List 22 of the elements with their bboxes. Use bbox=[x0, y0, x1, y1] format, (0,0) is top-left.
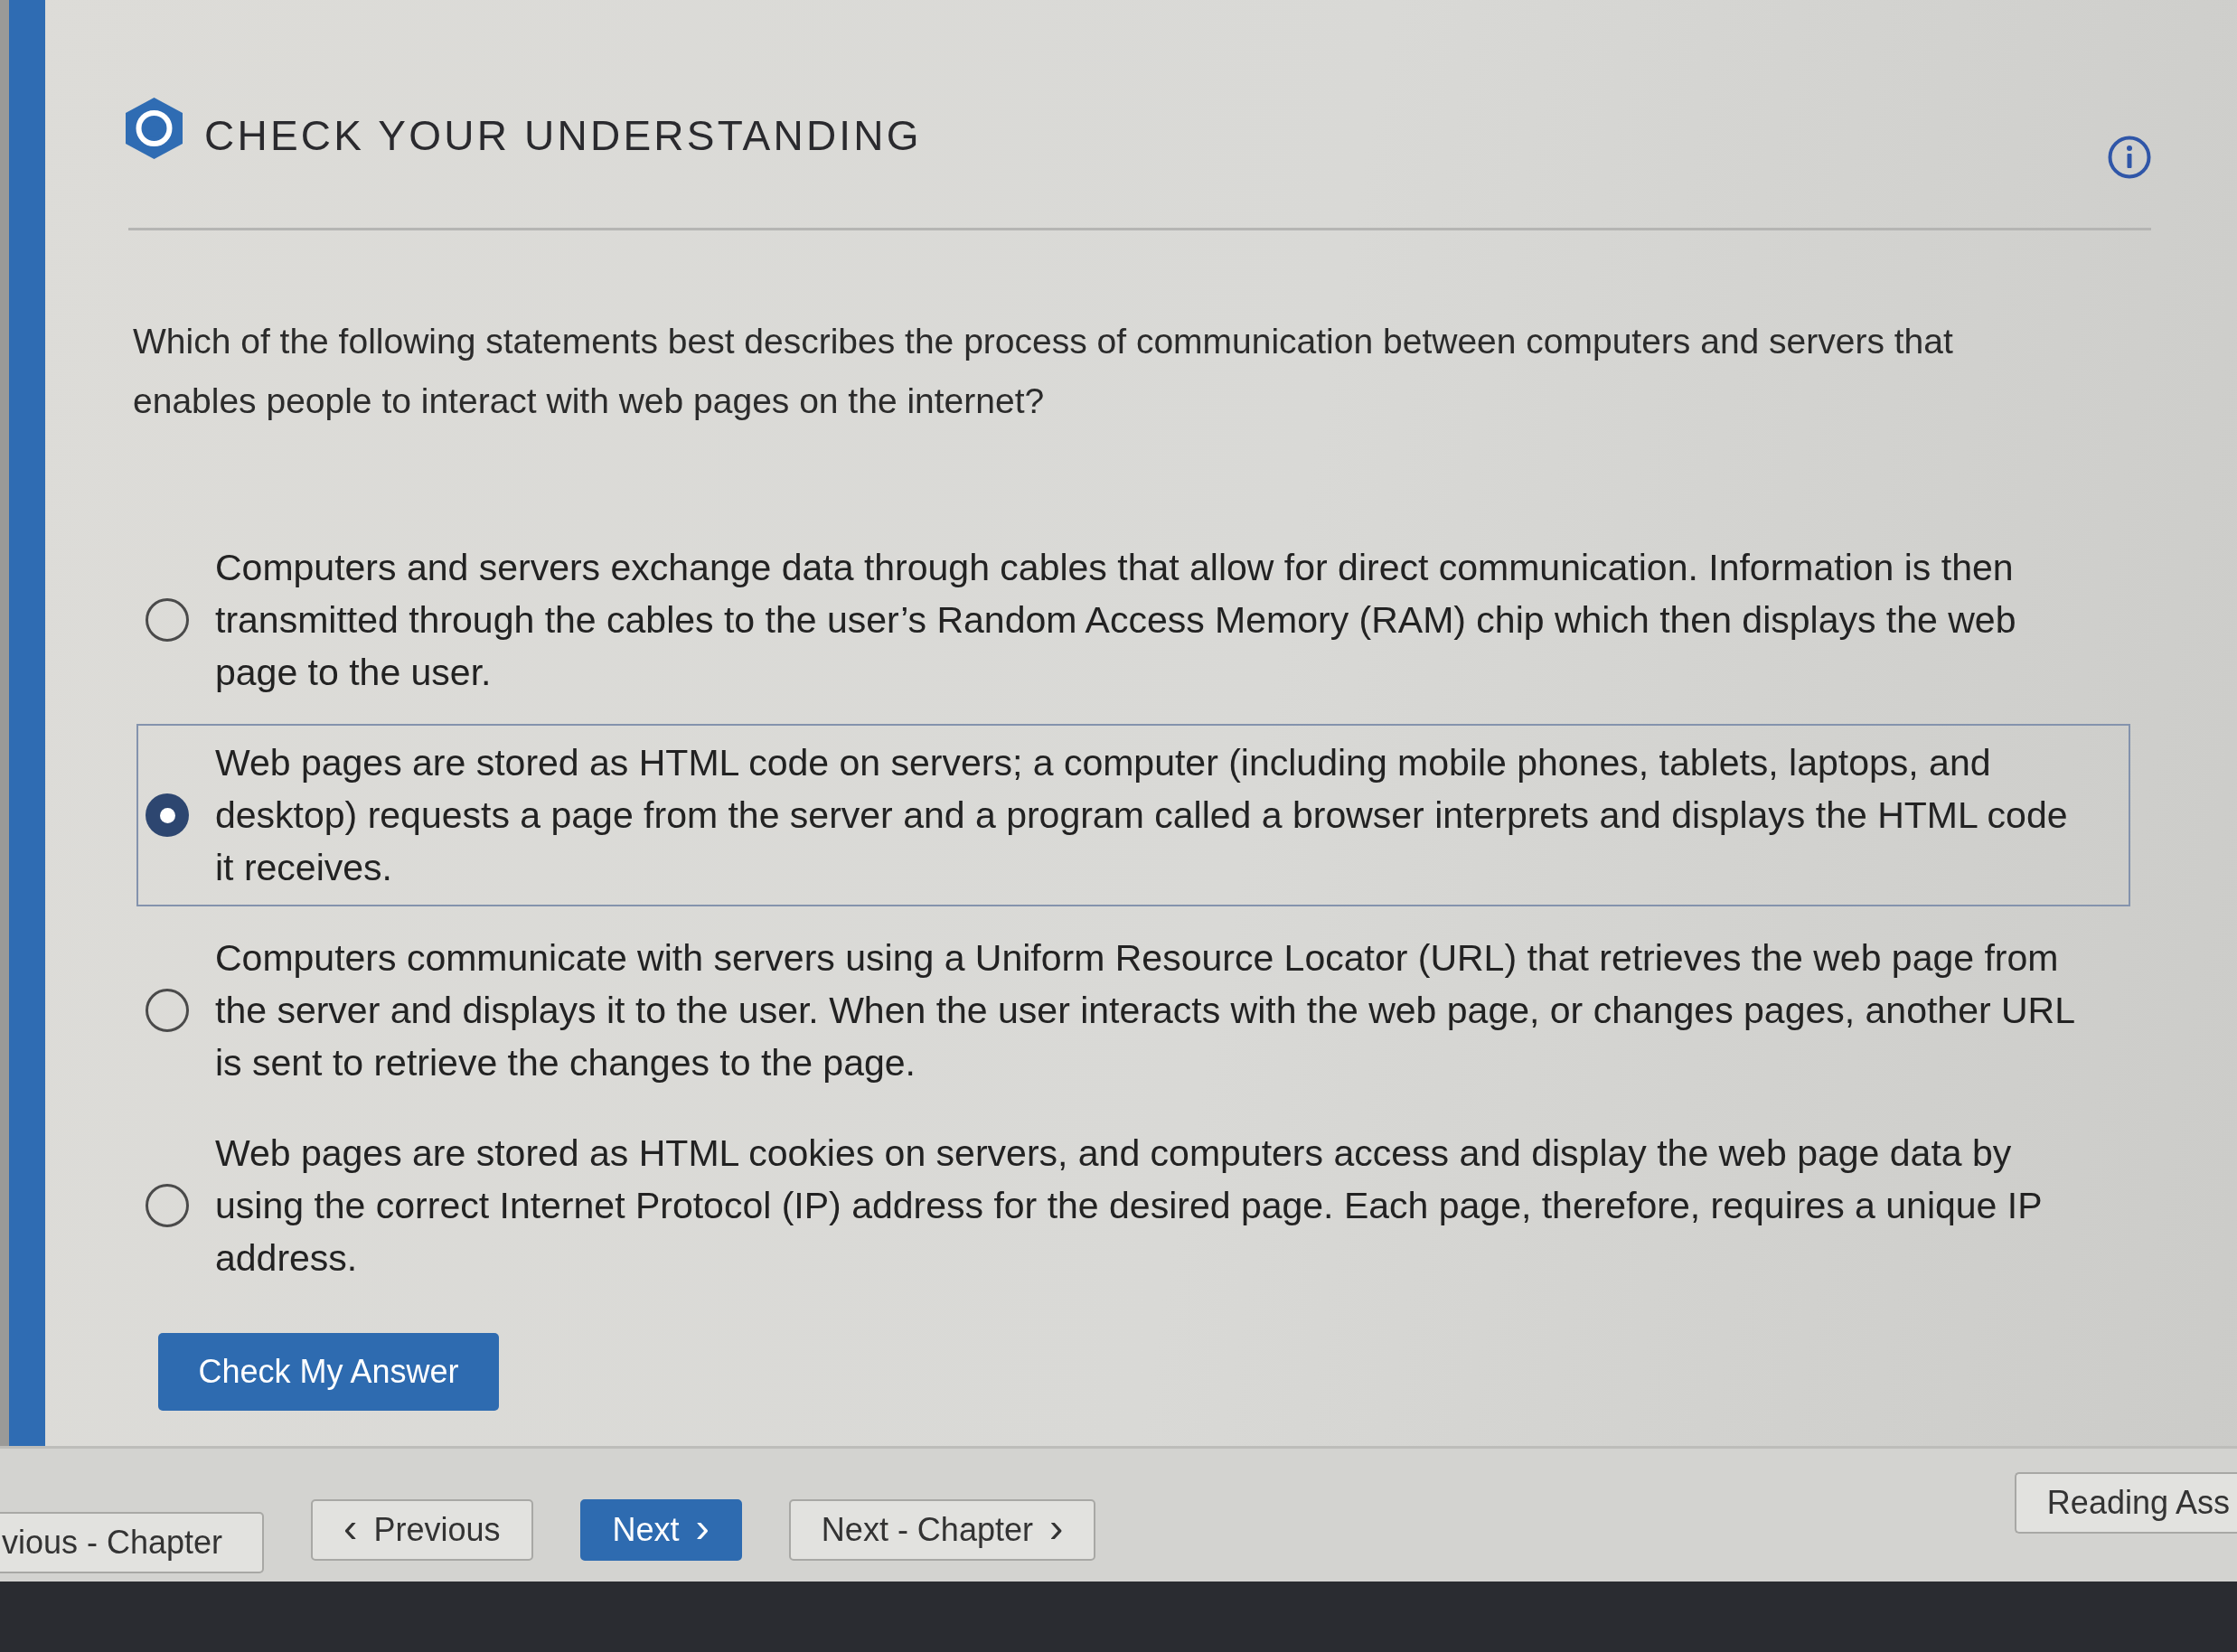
selected-answer-frame[interactable] bbox=[136, 724, 2130, 906]
chevron-right-icon: › bbox=[1048, 1507, 1064, 1548]
question-text: Which of the following statements best describes the process of communication between computers and servers that enables people to interact with web pages on the internet? bbox=[133, 321, 1954, 422]
option-text: Web pages are stored as HTML code on servers; a computer (including mobile phones, tablets, laptops, and desktop) requests a page from the server and a program called a browser interprets and displays the HTML code it receives. bbox=[215, 741, 2069, 890]
option-text: Web pages are stored as HTML cookies on servers, and computers access and display the web page data by using the correct Internet Protocol (IP) address for the desired page. Each page, therefore, requires a unique IP address. bbox=[215, 1131, 2043, 1281]
radio-button[interactable] bbox=[146, 793, 189, 837]
option-text: Computers communicate with servers using a Uniform Resource Locator (URL) that retrieves the web page from the server and displays it to the user. When the user interacts with the web page, or changes pages, another URL is sent to retrieve the changes to the page. bbox=[215, 936, 2075, 1085]
chevron-left-icon: ‹ bbox=[343, 1507, 358, 1548]
section-title: CHECK YOUR UNDERSTANDING bbox=[204, 112, 922, 159]
option-text: Computers and servers exchange data through cables that allow for direct communication. Information is then transmitted through the cables to the user’s Random Access Memory (RAM) chip which then displays the web page to the user. bbox=[215, 546, 2017, 695]
hexagon-logo-icon bbox=[126, 98, 183, 159]
info-icon[interactable] bbox=[2108, 136, 2151, 179]
radio-button[interactable] bbox=[146, 989, 189, 1032]
next-button[interactable]: Next › bbox=[579, 1499, 742, 1561]
check-answer-button[interactable]: Check My Answer bbox=[158, 1333, 499, 1411]
radio-button[interactable] bbox=[146, 598, 189, 642]
nav-button[interactable]: Next - Chapter › bbox=[788, 1499, 1096, 1561]
nav-button[interactable]: Reading Ass bbox=[2014, 1472, 2237, 1534]
radio-button[interactable] bbox=[146, 1184, 189, 1227]
nav-button[interactable]: vious - Chapter bbox=[0, 1512, 265, 1573]
chevron-right-icon: › bbox=[695, 1507, 710, 1548]
nav-button[interactable]: ‹ Previous bbox=[311, 1499, 533, 1561]
